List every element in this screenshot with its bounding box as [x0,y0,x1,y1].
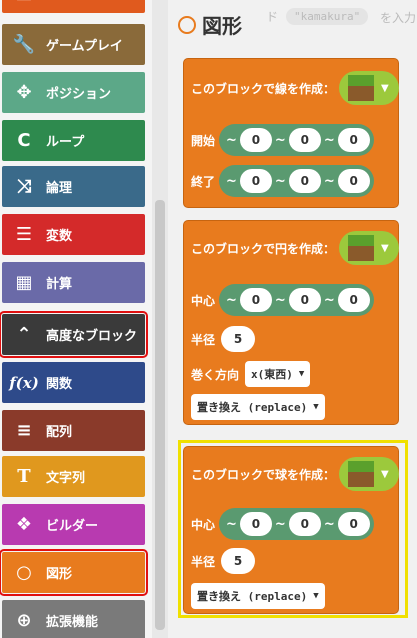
flyout-hint-keyword: "kamakura" [286,8,369,25]
start-label: 開始 [191,133,216,148]
category-advanced[interactable]: ⌃ 高度なブロック [0,311,148,358]
category-label: 論理 [46,181,73,196]
center-z-input[interactable]: 0 [337,288,370,312]
tilde: ~ [274,292,286,308]
end-coordinates: ~ 0 ~ 0 ~ 0 [219,165,374,197]
shuffle-icon: ⤨ [16,176,32,197]
loop-icon: C [17,130,31,151]
create-circle-block[interactable]: このブロックで円を作成： ▼ 中心 ~ 0 ~ 0 ~ 0 半径 5 巻く方向 … [183,220,400,425]
end-y-input[interactable]: 0 [288,169,321,193]
flyout-hint-prefix: ド [266,10,279,24]
category-label: 配列 [46,425,73,440]
center-coordinates: ~ 0 ~ 0 ~ 0 [219,284,374,316]
chevron-down-icon: ▼ [381,242,389,254]
grass-block-icon [348,75,375,101]
chevron-down-icon: ▼ [298,369,305,379]
tilde: ~ [226,292,237,308]
blocks-icon: ❖ [15,514,33,535]
category-shapes[interactable]: ○ 図形 [0,549,148,596]
chevron-up-icon: ⌃ [16,324,32,345]
end-x-input[interactable]: 0 [239,169,272,193]
category-math[interactable]: ▦ 計算 [2,262,145,303]
category-label: ポジション [46,87,112,102]
center-y-input[interactable]: 0 [288,288,321,312]
category-label: 計算 [46,277,73,292]
calculator-icon: ▦ [15,272,33,293]
function-icon: f(x) [9,373,39,392]
radius-label: 半径 [191,332,216,347]
block-type-dropdown[interactable]: ▼ [339,71,400,105]
toolbox-scrollbar-thumb[interactable] [155,200,165,630]
category-text[interactable]: T 文字列 [2,456,145,497]
direction-dropdown[interactable]: x(東西) ▼ [245,361,311,387]
category-label: 高度なブロック [46,329,138,344]
center-label: 中心 [191,293,216,308]
circle-icon [178,15,196,34]
category-label: ゲームプレイ [46,39,123,54]
end-label: 終了 [191,174,216,189]
category-label: 文字列 [46,471,86,486]
tilde: ~ [274,173,286,189]
category-variables[interactable]: ☰ 変数 [2,214,145,255]
tilde: ~ [226,132,237,148]
end-z-input[interactable]: 0 [337,169,370,193]
toolbox: ▦ 🔧 ゲームプレイ ✥ ポジション C ループ ⤨ 論理 ☰ 変数 ▦ 計算 … [0,0,152,638]
highlight-box [178,440,408,618]
tilde: ~ [226,173,237,189]
category-label: ビルダー [46,519,99,534]
create-line-block[interactable]: このブロックで線を作成： ▼ 開始 ~ 0 ~ 0 ~ 0 終了 ~ 0 ~ 0… [183,58,400,208]
start-z-input[interactable]: 0 [337,128,370,152]
fill-mode-dropdown[interactable]: 置き換え (replace) ▼ [191,394,325,420]
radius-input[interactable]: 5 [221,326,256,352]
category-label: 図形 [46,567,73,582]
category-top-partial[interactable]: ▦ [2,0,145,13]
tilde: ~ [274,132,286,148]
chevron-down-icon: ▼ [381,82,389,94]
category-builder[interactable]: ❖ ビルダー [2,504,145,545]
category-icon: ▦ [12,0,36,5]
block-label: このブロックで線を作成： [191,81,336,96]
tilde: ~ [323,292,335,308]
circle-icon: ○ [16,562,32,583]
category-position[interactable]: ✥ ポジション [2,72,145,113]
category-label: 変数 [46,229,73,244]
tilde: ~ [323,173,335,189]
grass-block-icon [348,235,375,261]
direction-label: 巻く方向 [191,367,240,382]
flyout-header: 図形 [178,10,242,39]
category-label: ループ [46,135,85,150]
block-type-dropdown[interactable]: ▼ [339,231,400,265]
start-coordinates: ~ 0 ~ 0 ~ 0 [219,124,374,156]
text-icon: T [17,466,31,487]
fill-mode-value: 置き換え (replace) [197,401,308,414]
wrench-icon: 🔧 [12,34,36,55]
numbered-list-icon: ≡ [16,420,32,441]
start-x-input[interactable]: 0 [239,128,272,152]
category-functions[interactable]: f(x) 関数 [2,362,145,403]
flyout-title: 図形 [202,14,242,38]
center-x-input[interactable]: 0 [239,288,272,312]
category-arrays[interactable]: ≡ 配列 [2,410,145,451]
category-logic[interactable]: ⤨ 論理 [2,166,145,207]
category-gameplay[interactable]: 🔧 ゲームプレイ [2,24,145,65]
chevron-down-icon: ▼ [313,402,319,412]
category-extensions[interactable]: ⊕ 拡張機能 [2,600,145,638]
block-label: このブロックで円を作成： [191,241,336,256]
direction-value: x(東西) [251,368,293,381]
move-arrows-icon: ✥ [16,82,32,103]
start-y-input[interactable]: 0 [288,128,321,152]
tilde: ~ [323,132,335,148]
flyout-hint-suffix: を入力 [380,11,417,25]
category-label: 関数 [46,377,73,392]
category-label: 拡張機能 [46,615,99,630]
plus-circle-icon: ⊕ [16,610,32,631]
list-icon: ☰ [15,224,33,245]
category-loops[interactable]: C ループ [2,120,145,161]
